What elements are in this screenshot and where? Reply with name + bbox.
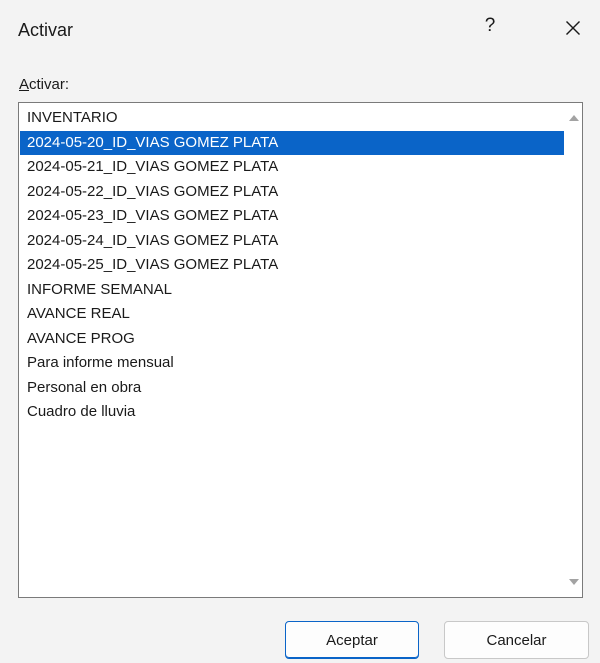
sheet-list-item[interactable]: Personal en obra (20, 376, 572, 401)
sheet-list-item[interactable]: Cuadro de lluvia (20, 400, 572, 425)
sheet-list-item[interactable]: AVANCE PROG (20, 327, 572, 352)
sheet-list-item[interactable]: 2024-05-20_ID_VIAS GOMEZ PLATA (20, 130, 572, 155)
cancel-button[interactable]: Cancelar (444, 621, 589, 659)
scroll-up-arrow-icon[interactable] (569, 115, 579, 121)
sheet-list-item[interactable]: 2024-05-24_ID_VIAS GOMEZ PLATA (20, 229, 572, 254)
dialog-title: Activar (18, 20, 74, 40)
sheet-list-item[interactable]: 2024-05-25_ID_VIAS GOMEZ PLATA (20, 253, 572, 278)
sheet-list-item[interactable]: INFORME SEMANAL (20, 278, 572, 303)
help-button[interactable]: ? (479, 15, 501, 37)
sheet-list-item[interactable]: 2024-05-22_ID_VIAS GOMEZ PLATA (20, 180, 572, 205)
sheet-listbox[interactable]: INVENTARIO 2024-05-20_ID_VIAS GOMEZ PLATA… (18, 102, 583, 598)
label-text: ctivar: (29, 76, 70, 93)
close-icon (566, 21, 580, 35)
dialog-titlebar: Activar ? (0, 0, 600, 60)
accept-button[interactable]: Aceptar (285, 621, 419, 659)
sheet-list-label: Activar: (19, 76, 69, 93)
sheet-list-item[interactable]: INVENTARIO (20, 106, 572, 131)
vertical-scrollbar[interactable] (564, 103, 582, 597)
close-button[interactable] (557, 12, 589, 44)
scroll-down-arrow-icon[interactable] (569, 579, 579, 585)
sheet-list-item[interactable]: Para informe mensual (20, 351, 572, 376)
sheet-list-item[interactable]: 2024-05-21_ID_VIAS GOMEZ PLATA (20, 155, 572, 180)
sheet-list-item[interactable]: 2024-05-23_ID_VIAS GOMEZ PLATA (20, 204, 572, 229)
sheet-list-item[interactable]: AVANCE REAL (20, 302, 572, 327)
sheet-list-items: INVENTARIO 2024-05-20_ID_VIAS GOMEZ PLATA… (20, 106, 572, 425)
label-accelerator: A (19, 76, 30, 93)
